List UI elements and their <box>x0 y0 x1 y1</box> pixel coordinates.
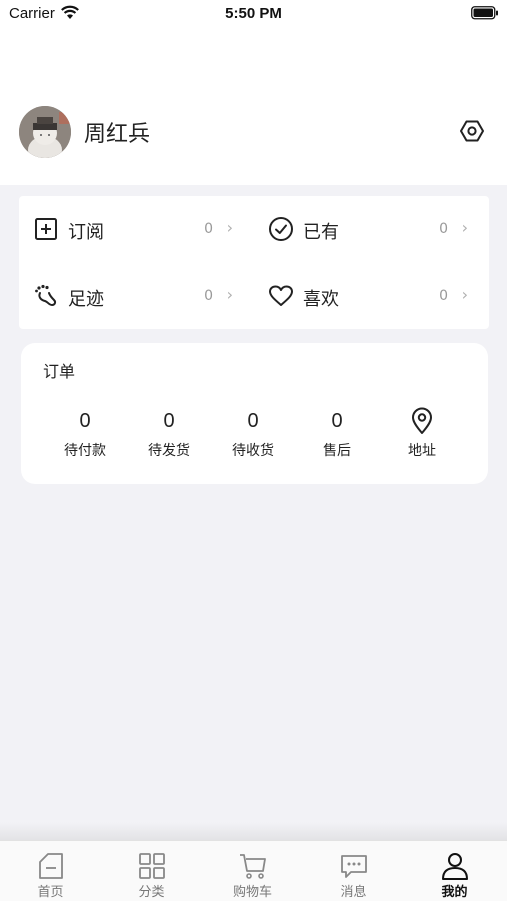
status-time: 5:50 PM <box>225 5 282 22</box>
order-label: 待收货 <box>232 443 274 459</box>
asset-item-footprint[interactable]: 足迹 0 › <box>19 276 237 316</box>
tab-home[interactable]: 首页 <box>0 841 101 901</box>
status-bar: Carrier 5:50 PM <box>0 0 507 28</box>
tab-label: 首页 <box>37 885 64 900</box>
tabbar-shadow <box>0 822 507 840</box>
assets-card: 订阅 0 › 已有 0 › 足迹 0 › 喜欢 0 › <box>19 196 489 329</box>
plus-square-icon <box>35 218 57 240</box>
heart-icon <box>269 285 293 306</box>
footprint-icon <box>35 284 57 307</box>
order-item-address[interactable]: 地址 <box>380 405 464 465</box>
asset-item-subscribe[interactable]: 订阅 0 › <box>19 209 237 249</box>
asset-label: 喜欢 <box>303 289 339 310</box>
asset-count: 0 <box>439 288 448 304</box>
chevron-right-icon: › <box>461 218 468 237</box>
order-label: 地址 <box>408 443 436 459</box>
asset-count: 0 <box>204 288 213 304</box>
order-item-after-sales[interactable]: 0 售后 <box>295 405 379 465</box>
avatar-image <box>19 106 71 158</box>
battery-icon <box>471 6 498 20</box>
chevron-right-icon: › <box>226 285 233 304</box>
chevron-right-icon: › <box>226 218 233 237</box>
order-count: 0 <box>79 410 91 432</box>
chevron-right-icon: › <box>461 285 468 304</box>
check-circle-icon <box>269 217 293 241</box>
tab-bar: 首页 分类 购物车 消息 我的 <box>0 840 507 901</box>
tab-label: 我的 <box>441 885 468 900</box>
tab-messages[interactable]: 消息 <box>303 841 404 901</box>
tab-category[interactable]: 分类 <box>101 841 202 901</box>
home-icon <box>38 853 63 879</box>
avatar[interactable] <box>19 106 71 158</box>
tab-label: 分类 <box>138 885 165 900</box>
username: 周红兵 <box>84 122 151 147</box>
orders-title: 订单 <box>43 362 76 381</box>
order-count: 0 <box>247 410 259 432</box>
location-pin-icon <box>380 405 464 437</box>
tab-label: 消息 <box>340 885 367 900</box>
order-count: 0 <box>331 410 343 432</box>
order-item-pending-payment[interactable]: 0 待付款 <box>43 405 127 465</box>
asset-count: 0 <box>204 221 213 237</box>
order-item-pending-shipment[interactable]: 0 待发货 <box>127 405 211 465</box>
tab-label: 购物车 <box>232 885 272 900</box>
asset-label: 足迹 <box>68 289 104 310</box>
order-count: 0 <box>163 410 175 432</box>
asset-item-owned[interactable]: 已有 0 › <box>254 209 472 249</box>
user-icon <box>441 853 468 880</box>
settings-hexagon-icon[interactable] <box>459 118 485 144</box>
order-label: 待发货 <box>148 443 190 459</box>
cart-icon <box>239 854 266 879</box>
asset-label: 订阅 <box>68 222 104 243</box>
message-icon <box>340 855 367 878</box>
asset-count: 0 <box>439 221 448 237</box>
order-item-pending-receipt[interactable]: 0 待收货 <box>211 405 295 465</box>
tab-mine[interactable]: 我的 <box>404 841 505 901</box>
order-label: 售后 <box>323 443 351 459</box>
asset-item-favorites[interactable]: 喜欢 0 › <box>254 276 472 316</box>
orders-card: 订单 0 待付款 0 待发货 0 待收货 0 售后 地址 <box>21 343 488 484</box>
profile-header: 周红兵 <box>0 28 507 185</box>
asset-label: 已有 <box>303 222 339 243</box>
order-label: 待付款 <box>64 443 106 459</box>
tab-cart[interactable]: 购物车 <box>202 841 303 901</box>
grid-icon <box>138 853 165 879</box>
